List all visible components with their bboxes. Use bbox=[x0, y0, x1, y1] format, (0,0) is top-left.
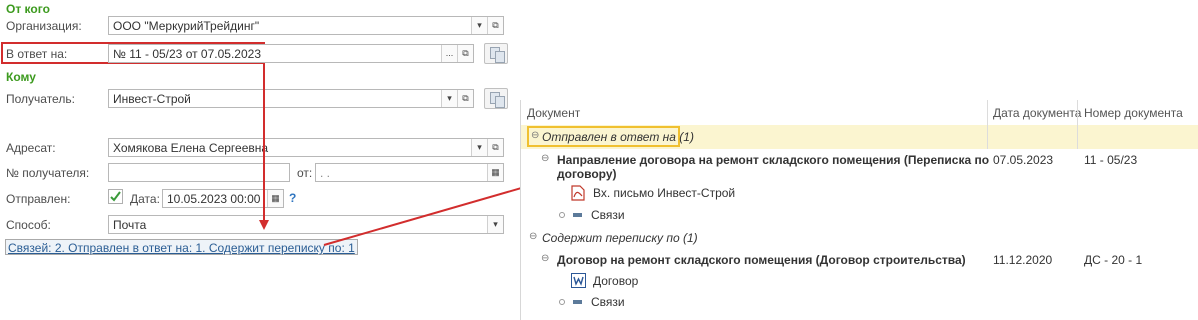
document-title-line2: договору) bbox=[557, 167, 617, 181]
group-title: Содержит переписку по (1) bbox=[542, 231, 698, 245]
document-title: Договор на ремонт складского помещения (… bbox=[557, 253, 966, 267]
group-row-reply-to[interactable]: ⊖ Отправлен в ответ на (1) bbox=[521, 125, 1198, 149]
links-row[interactable]: Связи bbox=[521, 206, 1198, 228]
group-row-correspondence[interactable]: ⊖ Содержит переписку по (1) bbox=[521, 228, 1198, 250]
column-divider bbox=[987, 125, 988, 149]
document-title: Направление договора на ремонт складског… bbox=[557, 153, 990, 167]
column-date[interactable]: Дата документа bbox=[993, 106, 1081, 120]
expand-icon[interactable] bbox=[559, 299, 565, 305]
column-document[interactable]: Документ bbox=[527, 106, 580, 120]
linked-documents-panel: Документ Дата документа Номер документа … bbox=[520, 100, 1198, 320]
column-divider bbox=[987, 100, 988, 125]
collapse-icon[interactable]: ⊖ bbox=[541, 153, 549, 164]
document-number: ДС - 20 - 1 bbox=[1084, 253, 1143, 267]
panel-header: Документ Дата документа Номер документа bbox=[521, 100, 1198, 126]
file-row[interactable]: Вх. письмо Инвест-Строй bbox=[521, 184, 1198, 206]
document-date: 11.12.2020 bbox=[993, 253, 1053, 267]
links-label: Связи bbox=[591, 208, 625, 222]
column-number[interactable]: Номер документа bbox=[1084, 106, 1183, 120]
links-icon bbox=[573, 300, 582, 304]
file-name: Договор bbox=[593, 274, 639, 288]
links-icon bbox=[573, 213, 582, 217]
document-row[interactable]: ⊖ Направление договора на ремонт складск… bbox=[521, 151, 1198, 185]
collapse-icon[interactable]: ⊖ bbox=[541, 253, 549, 264]
links-label: Связи bbox=[591, 295, 625, 309]
document-date: 07.05.2023 bbox=[993, 153, 1054, 167]
pdf-icon bbox=[571, 185, 585, 201]
expand-icon[interactable] bbox=[559, 212, 565, 218]
document-number: 11 - 05/23 bbox=[1084, 153, 1138, 167]
group-title: Отправлен в ответ на (1) bbox=[542, 130, 694, 144]
collapse-icon[interactable]: ⊖ bbox=[531, 130, 539, 141]
collapse-icon[interactable]: ⊖ bbox=[529, 231, 537, 242]
file-row[interactable]: Договор bbox=[521, 272, 1198, 294]
document-row[interactable]: ⊖ Договор на ремонт складского помещения… bbox=[521, 251, 1198, 273]
word-icon bbox=[571, 273, 586, 288]
file-name: Вх. письмо Инвест-Строй bbox=[593, 186, 736, 200]
column-divider bbox=[1077, 125, 1078, 149]
column-divider bbox=[1077, 100, 1078, 125]
links-row[interactable]: Связи bbox=[521, 293, 1198, 315]
